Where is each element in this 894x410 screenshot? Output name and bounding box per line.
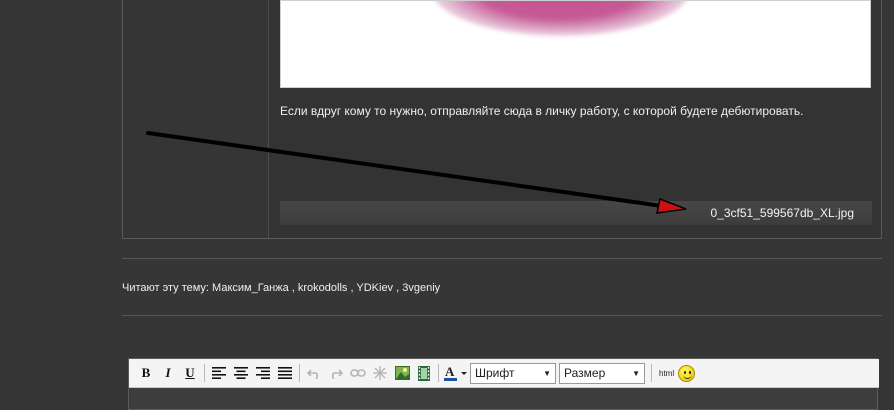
- smiley-mouth: [683, 374, 693, 379]
- text-color-button[interactable]: A: [442, 362, 470, 384]
- toolbar-separator: [204, 364, 205, 382]
- bold-button[interactable]: B: [135, 362, 157, 384]
- post-image[interactable]: [280, 0, 871, 88]
- align-left-icon: [212, 367, 226, 379]
- align-center-icon: [234, 367, 248, 379]
- image-icon: [394, 366, 410, 380]
- attachment-bar[interactable]: 0_3cf51_599567db_XL.jpg: [280, 201, 872, 225]
- readers-names[interactable]: Максим_Ганжа , krokodolls , YDKiev , 3vg…: [212, 282, 440, 294]
- chevron-down-icon: ▼: [632, 368, 640, 378]
- unlink-button[interactable]: [369, 362, 391, 384]
- align-center-button[interactable]: [230, 362, 252, 384]
- align-justify-button[interactable]: [274, 362, 296, 384]
- redo-button[interactable]: [325, 362, 347, 384]
- unlink-icon: [373, 366, 387, 380]
- size-select-value: Размер: [564, 366, 606, 380]
- insert-media-button[interactable]: [413, 362, 435, 384]
- size-select[interactable]: Размер ▼: [559, 362, 645, 384]
- underline-button[interactable]: U: [179, 362, 201, 384]
- font-select[interactable]: Шрифт ▼: [470, 362, 556, 384]
- italic-button[interactable]: I: [157, 362, 179, 384]
- forum-post: Если вдруг кому то нужно, отправляйте сю…: [122, 0, 882, 239]
- text-color-icon: A: [444, 365, 467, 381]
- link-button[interactable]: [347, 362, 369, 384]
- redo-icon: [331, 369, 343, 379]
- toolbar-separator: [651, 364, 652, 382]
- chevron-down-icon: ▼: [543, 368, 551, 378]
- undo-icon: [307, 369, 319, 379]
- align-left-button[interactable]: [208, 362, 230, 384]
- smiley-icon[interactable]: [678, 364, 696, 382]
- editor-toolbar: B I U A Шрифт ▼ Размер ▼ html: [129, 359, 879, 388]
- align-right-button[interactable]: [252, 362, 274, 384]
- post-author-column: [123, 0, 269, 238]
- align-justify-icon: [278, 367, 292, 379]
- film-icon: [418, 365, 430, 381]
- reply-editor[interactable]: B I U A Шрифт ▼ Размер ▼ html: [128, 358, 879, 410]
- divider-top: [122, 258, 882, 259]
- undo-button[interactable]: [303, 362, 325, 384]
- toolbar-separator: [299, 364, 300, 382]
- readers-line: Читают эту тему: Максим_Ганжа , krokodol…: [122, 282, 440, 294]
- readers-label: Читают эту тему:: [122, 282, 209, 294]
- align-right-icon: [256, 367, 270, 379]
- insert-image-button[interactable]: [391, 362, 413, 384]
- image-content: [431, 1, 691, 36]
- font-select-value: Шрифт: [475, 366, 515, 380]
- post-text: Если вдруг кому то нужно, отправляйте сю…: [280, 104, 804, 118]
- attachment-filename[interactable]: 0_3cf51_599567db_XL.jpg: [711, 206, 854, 220]
- toolbar-separator: [438, 364, 439, 382]
- link-icon: [350, 369, 366, 377]
- html-mode-button[interactable]: html: [659, 369, 674, 378]
- svg-text:A: A: [445, 365, 455, 379]
- divider-bottom: [122, 315, 882, 316]
